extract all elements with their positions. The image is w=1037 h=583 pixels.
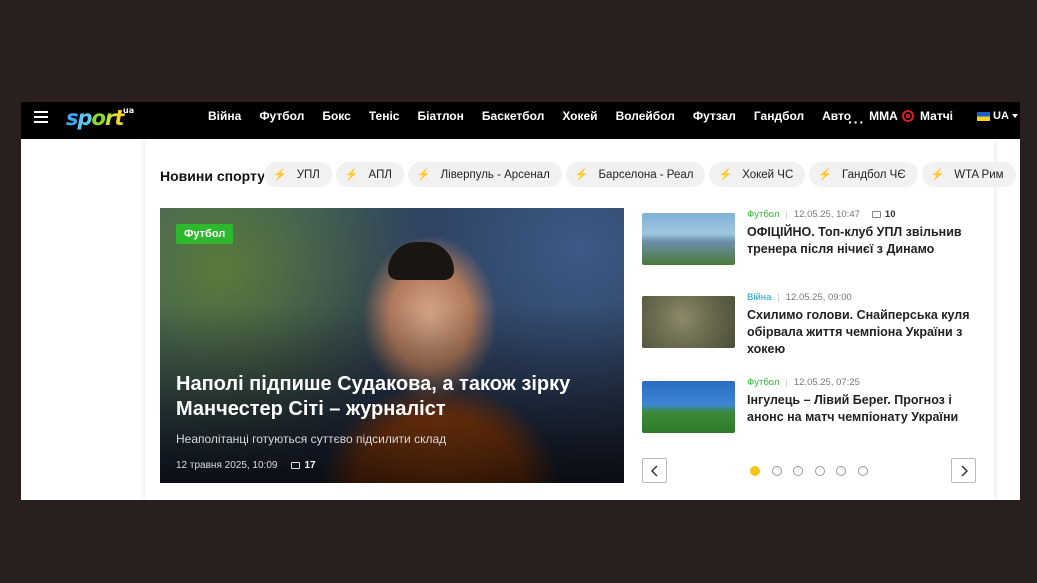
tag-label: Барселона - Реал bbox=[598, 168, 694, 181]
meta-divider: | bbox=[785, 377, 788, 388]
article-date: 12.05.25, 07:25 bbox=[793, 377, 860, 388]
tag-label: Хокей ЧС bbox=[742, 168, 794, 181]
ukraine-flag-icon bbox=[977, 111, 990, 121]
nav-link-handball[interactable]: Гандбол bbox=[754, 109, 804, 123]
tag-label: WTA Рим bbox=[954, 168, 1004, 181]
article-title[interactable]: Схилимо голови. Снайперська куля обірвал… bbox=[747, 307, 972, 358]
carousel-dot-3[interactable] bbox=[793, 466, 803, 476]
tag-label: УПЛ bbox=[296, 168, 320, 181]
tag-barcelona-real[interactable]: ⚡ Барселона - Реал bbox=[565, 162, 706, 187]
article-date: 12.05.25, 10:47 bbox=[793, 209, 860, 220]
chevron-right-icon bbox=[960, 464, 968, 477]
nav-link-auto[interactable]: Авто bbox=[822, 109, 851, 123]
article-thumbnail[interactable] bbox=[642, 213, 735, 265]
carousel-dot-6[interactable] bbox=[857, 466, 868, 476]
lightning-icon: ⚡ bbox=[930, 169, 945, 181]
hero-comment-count: 17 bbox=[304, 460, 316, 471]
article-meta: Футбол | 12.05.25, 10:47 10 bbox=[747, 209, 895, 220]
lightning-icon: ⚡ bbox=[718, 169, 733, 181]
nav-links: Війна Футбол Бокс Теніс Біатлон Баскетбо… bbox=[208, 102, 916, 130]
carousel-dot-1[interactable] bbox=[750, 466, 760, 476]
carousel-dots bbox=[750, 466, 879, 476]
article-meta: Футбол | 12.05.25, 07:25 bbox=[747, 377, 860, 388]
category-badge[interactable]: Футбол bbox=[176, 224, 234, 244]
hero-meta: 12 травня 2025, 10:09 17 bbox=[176, 460, 316, 471]
tag-handball-euro[interactable]: ⚡ Гандбол ЧЄ bbox=[809, 162, 918, 187]
article-category[interactable]: Футбол bbox=[747, 377, 779, 388]
news-card: Новини спорту ⚡ УПЛ ⚡ АПЛ ⚡ Ліверпуль - Арс… bbox=[145, 139, 1016, 500]
hero-subtitle: Неаполітанці готуються суттєво підсилити… bbox=[176, 432, 447, 446]
nav-link-football[interactable]: Футбол bbox=[259, 109, 304, 123]
logo-suffix: ua bbox=[123, 106, 135, 115]
menu-icon[interactable] bbox=[34, 111, 48, 124]
logo-wordmark: sport bbox=[66, 106, 124, 130]
article-meta: Війна | 12.05.25, 09:00 bbox=[747, 292, 852, 303]
article-title[interactable]: ОФІЦІЙНО. Топ-клуб УПЛ звільнив тренера … bbox=[747, 224, 972, 258]
article-thumbnail[interactable] bbox=[642, 381, 735, 433]
matches-label: Матчі bbox=[920, 109, 953, 123]
nav-link-boxing[interactable]: Бокс bbox=[322, 109, 350, 123]
lightning-icon: ⚡ bbox=[273, 169, 287, 181]
nav-link-biathlon[interactable]: Біатлон bbox=[417, 109, 463, 123]
top-nav: sport ua Війна Футбол Бокс Теніс Біатлон… bbox=[21, 102, 1020, 139]
meta-divider: | bbox=[785, 209, 788, 220]
article-category[interactable]: Футбол bbox=[747, 209, 779, 220]
comment-icon bbox=[291, 462, 301, 469]
carousel-dot-2[interactable] bbox=[771, 466, 782, 476]
tag-apl[interactable]: ⚡ АПЛ bbox=[335, 162, 404, 187]
language-selector[interactable]: UA bbox=[977, 110, 1018, 122]
matches-button[interactable]: Матчі bbox=[902, 109, 953, 123]
lightning-icon: ⚡ bbox=[574, 169, 589, 181]
lightning-icon: ⚡ bbox=[818, 169, 832, 181]
nav-link-basketball[interactable]: Баскетбол bbox=[482, 109, 544, 123]
tag-list: ⚡ УПЛ ⚡ АПЛ ⚡ Ліверпуль - Арсенал ⚡ Барселон… bbox=[264, 162, 1020, 187]
prev-button[interactable] bbox=[642, 458, 667, 483]
article-title[interactable]: Інгулець – Лівий Берег. Прогноз і анонс … bbox=[747, 392, 972, 426]
chevron-down-icon bbox=[1011, 114, 1018, 118]
nav-link-war[interactable]: Війна bbox=[208, 109, 241, 123]
nav-link-mma[interactable]: MMA bbox=[869, 109, 898, 123]
carousel-dot-4[interactable] bbox=[814, 466, 825, 476]
next-button[interactable] bbox=[951, 458, 976, 483]
hero-date: 12 травня 2025, 10:09 bbox=[176, 460, 278, 471]
hero-article[interactable]: Футбол Наполі підпише Судакова, а також … bbox=[160, 208, 624, 483]
tag-label: Гандбол ЧЄ bbox=[841, 168, 906, 181]
more-icon[interactable]: ··· bbox=[848, 114, 865, 130]
tag-label: Ліверпуль - Арсенал bbox=[440, 168, 550, 181]
lightning-icon: ⚡ bbox=[344, 169, 359, 181]
tag-label: АПЛ bbox=[368, 168, 392, 181]
tag-upl[interactable]: ⚡ УПЛ bbox=[264, 162, 332, 187]
article-date: 12.05.25, 09:00 bbox=[785, 292, 852, 303]
lightning-icon: ⚡ bbox=[416, 169, 431, 181]
nav-link-tennis[interactable]: Теніс bbox=[369, 109, 400, 123]
section-title: Новини спорту bbox=[160, 168, 265, 184]
comment-icon bbox=[871, 211, 881, 218]
article-comment-count: 10 bbox=[884, 209, 896, 220]
tag-hockey-wc[interactable]: ⚡ Хокей ЧС bbox=[709, 162, 806, 187]
language-label: UA bbox=[993, 110, 1009, 122]
tag-wta-rome[interactable]: ⚡ WTA Рим bbox=[921, 162, 1016, 187]
nav-link-futsal[interactable]: Футзал bbox=[693, 109, 736, 123]
carousel-dot-5[interactable] bbox=[836, 466, 846, 476]
live-record-icon bbox=[902, 110, 914, 122]
nav-link-hockey[interactable]: Хокей bbox=[562, 109, 597, 123]
nav-link-volleyball[interactable]: Волейбол bbox=[616, 109, 675, 123]
tag-liverpool-arsenal[interactable]: ⚡ Ліверпуль - Арсенал bbox=[407, 162, 562, 187]
chevron-left-icon bbox=[650, 464, 658, 477]
meta-divider: | bbox=[777, 292, 780, 303]
hero-headline[interactable]: Наполі підпише Судакова, а також зірку М… bbox=[176, 372, 596, 422]
article-thumbnail[interactable] bbox=[642, 296, 735, 348]
page-frame: sport ua Війна Футбол Бокс Теніс Біатлон… bbox=[21, 102, 1020, 500]
article-category[interactable]: Війна bbox=[747, 292, 771, 303]
